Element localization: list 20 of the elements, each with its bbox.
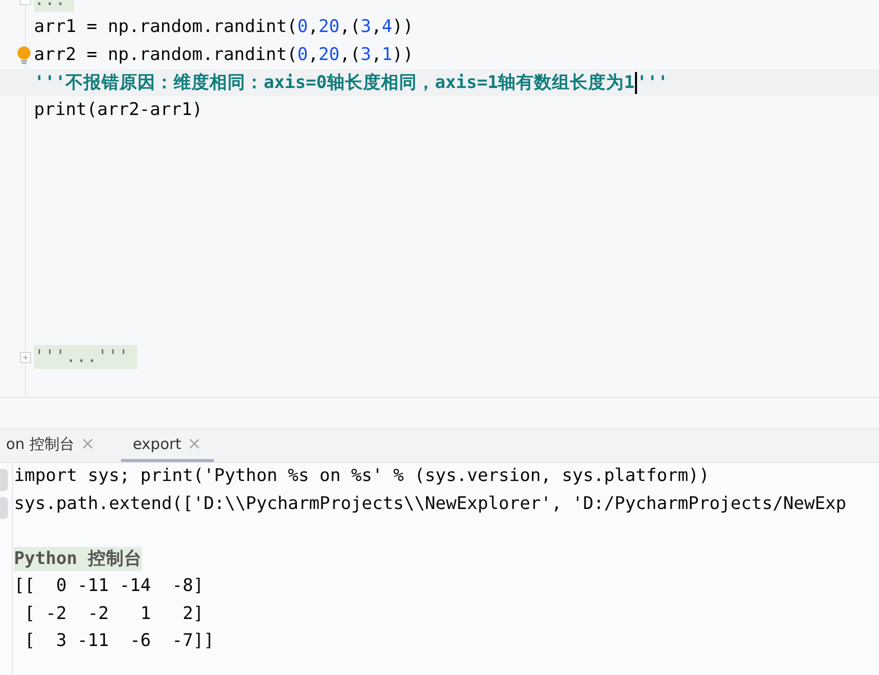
toolbar-icon[interactable] bbox=[0, 469, 8, 491]
close-icon[interactable]: × bbox=[80, 434, 95, 454]
docstring-line: '''不报错原因：维度相同：axis=0轴长度相同，axis=1轴有数组长度为1''' bbox=[34, 71, 668, 94]
lightbulb-icon[interactable] bbox=[17, 46, 31, 64]
close-icon[interactable]: × bbox=[187, 434, 202, 454]
console-tab[interactable]: on 控制台 × bbox=[0, 429, 121, 462]
console-output: import sys; print('Python %s on %s' % (sys.version, sys.platform)) bbox=[14, 466, 710, 486]
toolbar-icon[interactable] bbox=[0, 497, 8, 519]
code-editor[interactable]: ... arr1 = np.random.randint(0,20,(3,4)) arr2 = np.random.randint(0,20,(3,1)) '''不报错原因：维度相同：axis=0轴长度相同，axis=1轴有数组长度为1''' print(arr2-arr1) '''...''' bbox=[0, 0, 879, 398]
folded-code[interactable]: ... bbox=[34, 0, 74, 12]
console-output: [[ 0 -11 -14 -8] bbox=[14, 576, 204, 596]
console-output: [ -2 -2 1 2] bbox=[24, 604, 204, 624]
code-line: arr2 = np.random.randint(0,20,(3,1)) bbox=[34, 44, 414, 65]
console-banner: Python 控制台 bbox=[14, 546, 142, 570]
code-line: print(arr2-arr1) bbox=[34, 100, 203, 120]
code-line: arr1 = np.random.randint(0,20,(3,4)) bbox=[34, 17, 414, 38]
console-output: [ 3 -11 -6 -7]] bbox=[24, 631, 214, 651]
folded-code[interactable]: '''...''' bbox=[34, 345, 137, 370]
expand-icon[interactable] bbox=[20, 352, 31, 362]
console-output: sys.path.extend(['D:\\PycharmProjects\\NewExplorer', 'D:/PycharmProjects/NewExp bbox=[14, 494, 846, 514]
